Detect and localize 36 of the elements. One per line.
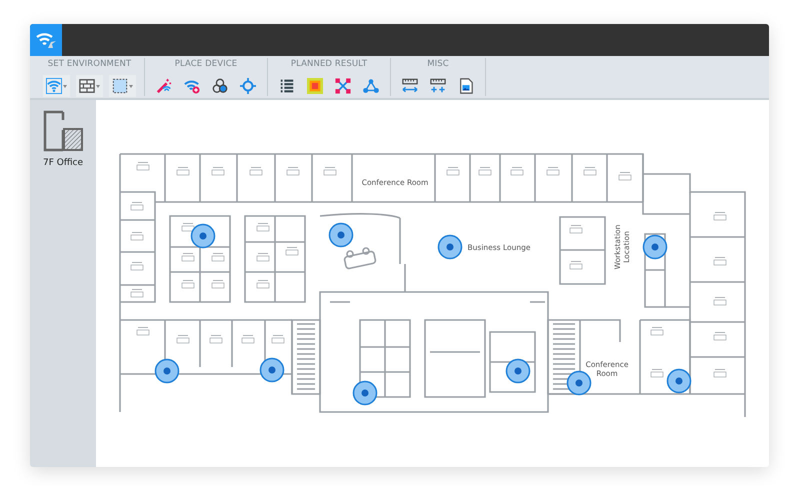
access-point-marker[interactable] — [154, 358, 180, 384]
caret-icon — [96, 84, 100, 88]
toolbar-group-label: MISC — [427, 58, 449, 71]
ruler-arrow-icon — [402, 78, 418, 94]
dashed-square-icon — [112, 78, 128, 94]
wifi-plane-icon — [35, 31, 57, 49]
access-point-marker[interactable] — [352, 380, 378, 406]
toolbar-group-label: PLANNED RESULT — [290, 58, 368, 71]
toolbar-tool-button[interactable] — [109, 75, 136, 97]
caret-icon — [63, 84, 67, 88]
access-point-marker[interactable] — [260, 358, 284, 382]
toolbar-group-label: PLACE DEVICE — [174, 58, 238, 71]
access-point-marker[interactable] — [506, 358, 530, 384]
network-icon — [363, 78, 379, 94]
image-icon — [458, 78, 474, 94]
toolbar-group-label: SET ENVIRONMENT — [48, 58, 132, 71]
list-icon — [279, 78, 295, 94]
access-point-marker[interactable] — [642, 234, 668, 260]
access-point-marker[interactable] — [566, 370, 592, 396]
access-point-marker[interactable] — [328, 222, 354, 248]
brick-wall-icon — [79, 78, 95, 94]
caret-icon — [129, 84, 133, 88]
heatmap-icon — [307, 78, 323, 94]
ruler-plus-icon — [430, 78, 446, 94]
access-point-marker[interactable] — [190, 224, 216, 248]
toolbar-tool-button[interactable] — [76, 75, 103, 97]
access-point-marker[interactable] — [666, 368, 692, 394]
access-point-marker[interactable] — [438, 234, 462, 260]
wifi-plus-icon — [184, 78, 200, 94]
magic-wand-icon — [156, 78, 172, 94]
nodes-icon — [335, 78, 351, 94]
circles-icon — [212, 78, 228, 94]
floor-item[interactable]: 7F Office — [30, 100, 96, 172]
floor-plan-icon — [42, 110, 84, 152]
crosshair-icon — [240, 78, 256, 94]
wifi-icon — [46, 78, 62, 94]
